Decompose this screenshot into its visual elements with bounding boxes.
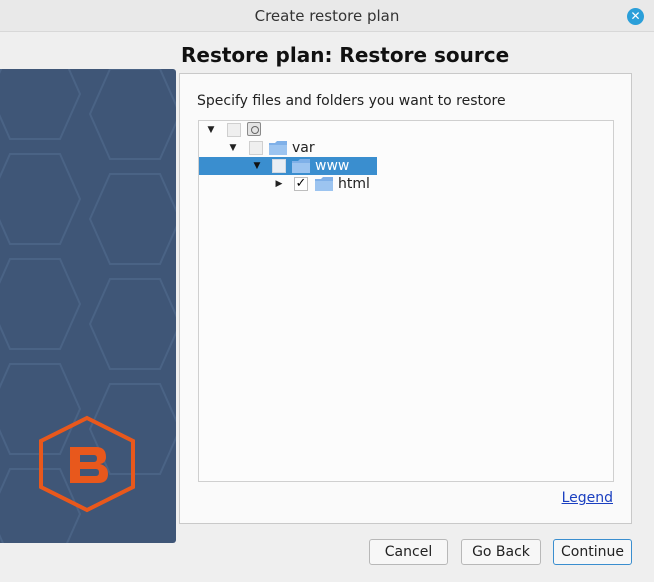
cancel-button[interactable]: Cancel bbox=[369, 539, 448, 565]
drive-icon bbox=[247, 122, 261, 136]
tree-label: html bbox=[338, 176, 370, 192]
file-tree[interactable]: ▼ ▼ var ▼ www ▶ ✓ html bbox=[198, 120, 614, 482]
legend-link[interactable]: Legend bbox=[562, 490, 613, 506]
window-title: Create restore plan bbox=[254, 7, 400, 25]
tree-checkbox[interactable] bbox=[227, 123, 241, 137]
restore-source-panel: Specify files and folders you want to re… bbox=[179, 73, 632, 524]
collapsed-arrow-icon[interactable]: ▶ bbox=[273, 178, 285, 190]
tree-row-var[interactable]: ▼ var bbox=[199, 139, 613, 157]
tree-row-www[interactable]: ▼ www bbox=[199, 157, 377, 175]
brand-logo-icon bbox=[39, 415, 135, 513]
folder-icon bbox=[315, 177, 333, 191]
hexagon-pattern bbox=[0, 69, 176, 543]
window-titlebar: Create restore plan ✕ bbox=[0, 0, 654, 32]
tree-label: var bbox=[292, 140, 315, 156]
folder-icon bbox=[292, 159, 310, 173]
tree-label: www bbox=[315, 158, 350, 174]
continue-button[interactable]: Continue bbox=[553, 539, 632, 565]
source-prompt: Specify files and folders you want to re… bbox=[197, 93, 506, 109]
go-back-button[interactable]: Go Back bbox=[461, 539, 541, 565]
brand-side-panel bbox=[0, 69, 176, 543]
folder-icon bbox=[269, 141, 287, 155]
tree-row-html[interactable]: ▶ ✓ html bbox=[199, 175, 613, 193]
page-title: Restore plan: Restore source bbox=[181, 43, 510, 67]
tree-row-root[interactable]: ▼ bbox=[199, 121, 613, 139]
expanded-arrow-icon[interactable]: ▼ bbox=[227, 142, 239, 154]
tree-checkbox[interactable] bbox=[249, 141, 263, 155]
close-icon[interactable]: ✕ bbox=[627, 8, 644, 25]
expanded-arrow-icon[interactable]: ▼ bbox=[205, 124, 217, 136]
tree-checkbox[interactable]: ✓ bbox=[294, 177, 308, 191]
tree-checkbox[interactable] bbox=[272, 159, 286, 173]
expanded-arrow-icon[interactable]: ▼ bbox=[251, 160, 263, 172]
